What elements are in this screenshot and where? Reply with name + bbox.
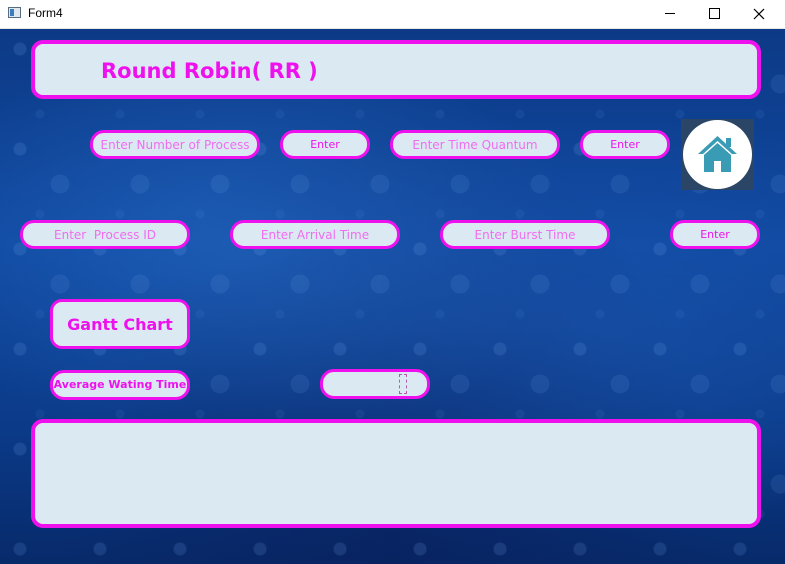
arrival-time-input[interactable] (230, 220, 400, 249)
form-client-area: Round Robin( RR ) Enter Enter Enter Gant… (0, 29, 785, 564)
average-waiting-time-label: Average Wating Time (50, 370, 190, 400)
app-icon (8, 7, 21, 18)
enter-process-count-button[interactable]: Enter (280, 130, 370, 159)
minimize-button[interactable] (648, 0, 692, 28)
number-of-process-input[interactable] (90, 130, 260, 159)
output-panel (31, 419, 761, 528)
burst-time-input[interactable] (440, 220, 610, 249)
header-panel: Round Robin( RR ) (31, 40, 761, 99)
time-quantum-input[interactable] (390, 130, 560, 159)
maximize-button[interactable] (692, 0, 736, 28)
enter-time-quantum-button[interactable]: Enter (580, 130, 670, 159)
close-button[interactable] (737, 0, 781, 28)
home-icon (698, 136, 737, 172)
gantt-chart-button[interactable]: Gantt Chart (50, 299, 190, 349)
home-button-circle (683, 120, 752, 189)
average-waiting-time-field[interactable] (320, 369, 430, 399)
page-title: Round Robin( RR ) (101, 59, 318, 83)
title-bar: Form4 (0, 0, 785, 29)
home-button[interactable] (681, 119, 754, 190)
process-id-input[interactable] (20, 220, 190, 249)
placeholder-glyph (399, 374, 407, 394)
enter-process-button[interactable]: Enter (670, 220, 760, 249)
window-title: Form4 (28, 6, 63, 20)
close-icon (753, 8, 765, 20)
